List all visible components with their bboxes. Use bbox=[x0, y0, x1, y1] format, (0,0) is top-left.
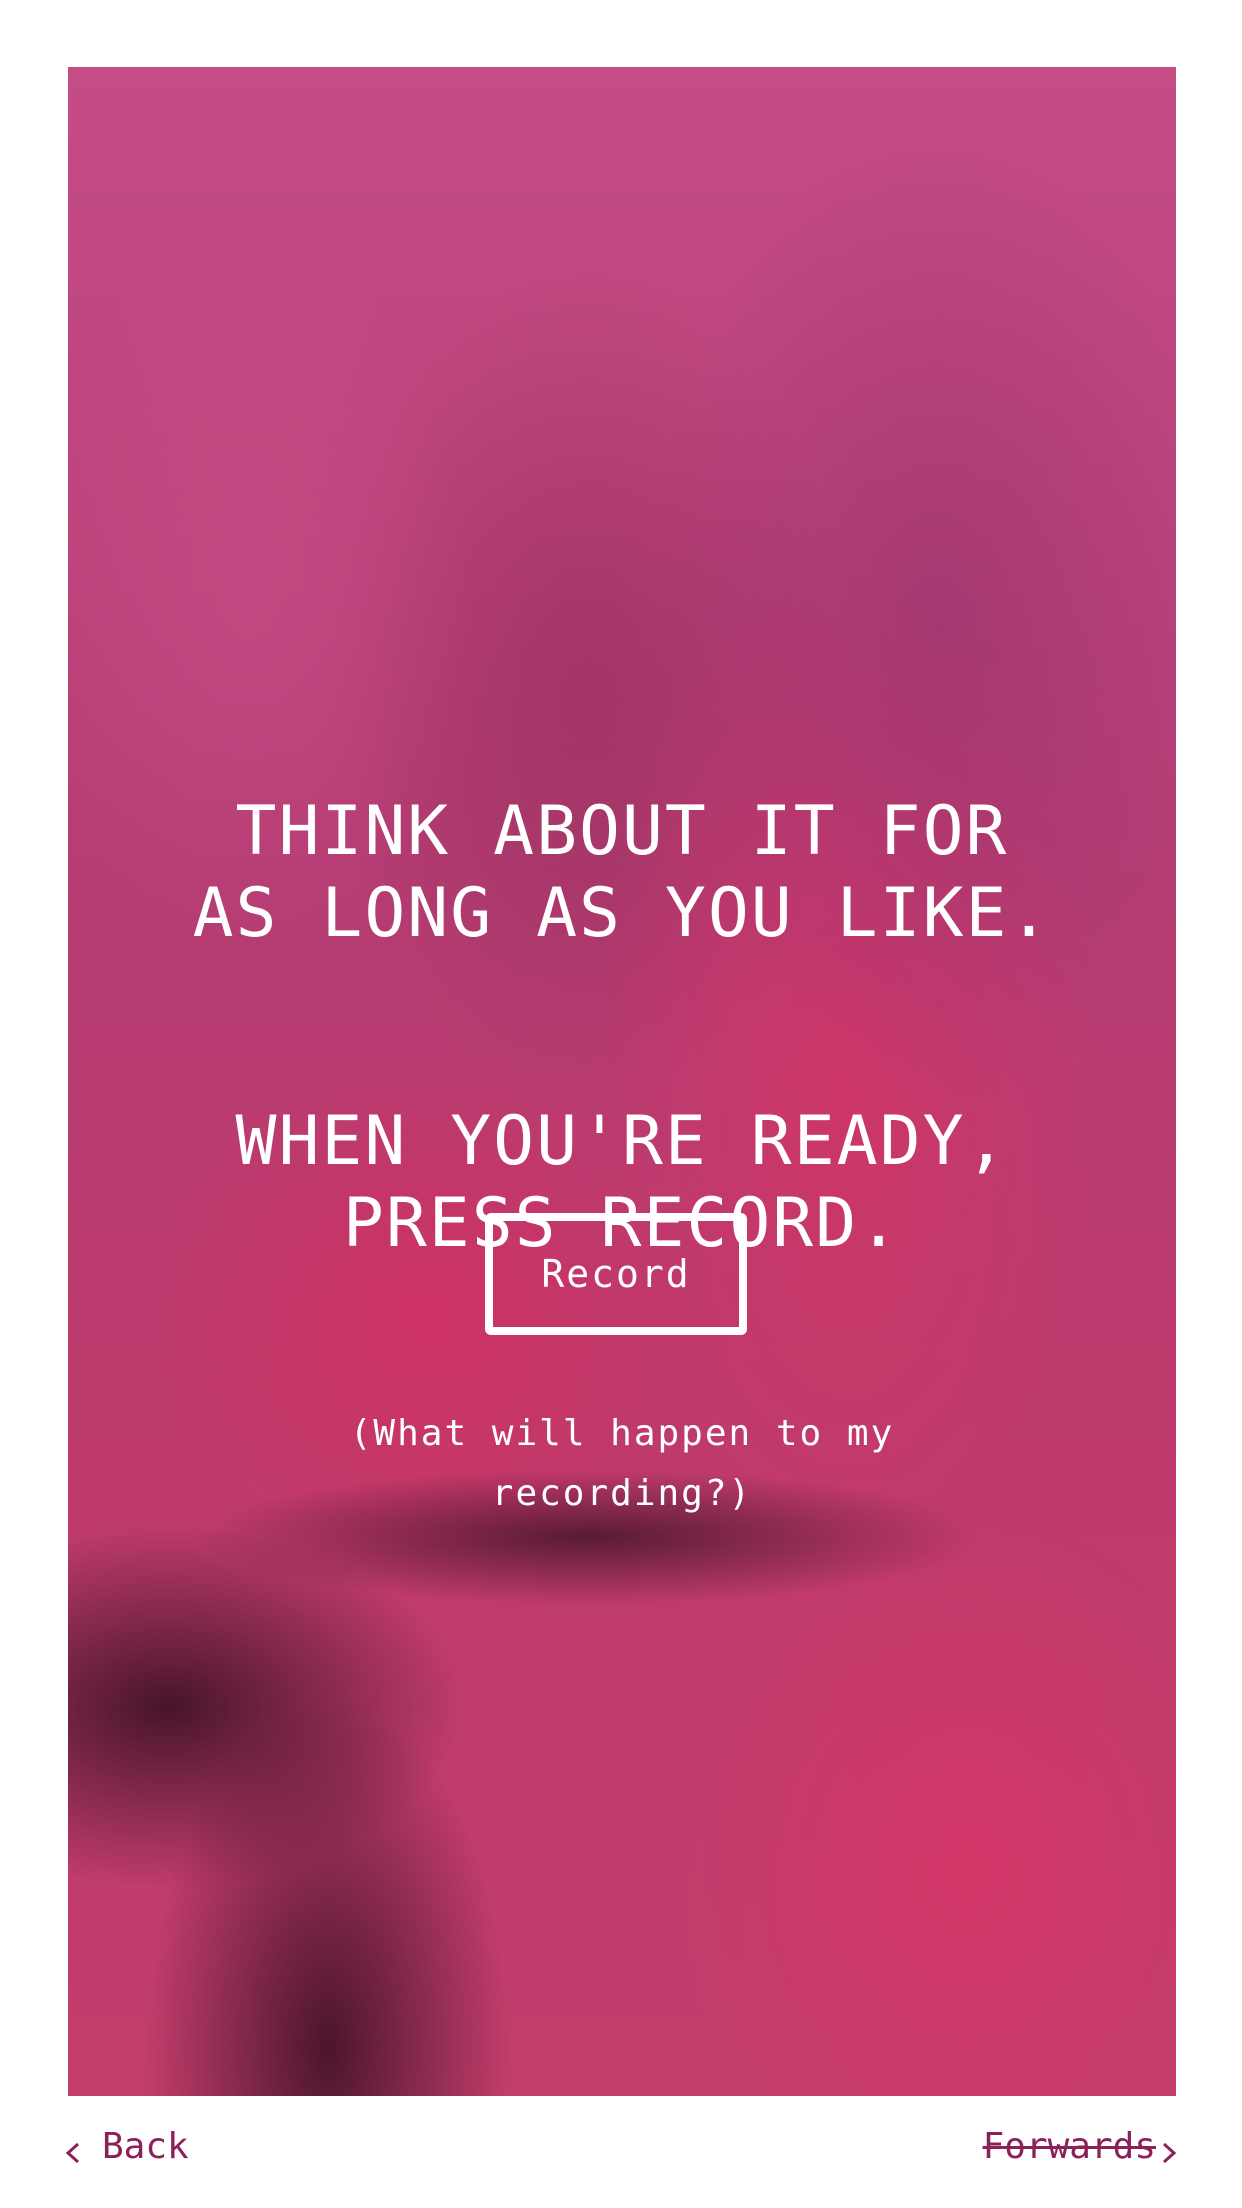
page: THINK ABOUT IT FOR AS LONG AS YOU LIKE. … bbox=[0, 0, 1242, 2208]
chevron-right-icon bbox=[1160, 2132, 1180, 2164]
recording-info-link[interactable]: (What will happen to my recording?) bbox=[268, 1404, 976, 1524]
back-label: Back bbox=[102, 2126, 189, 2167]
forwards-button[interactable]: Forwards bbox=[983, 2122, 1180, 2172]
back-button[interactable]: Back bbox=[62, 2122, 189, 2172]
headline-line-1: THINK ABOUT IT FOR AS LONG AS YOU LIKE. bbox=[192, 792, 1052, 953]
record-button[interactable]: Record bbox=[485, 1213, 747, 1335]
chevron-left-icon bbox=[62, 2132, 82, 2164]
background-image-card: THINK ABOUT IT FOR AS LONG AS YOU LIKE. … bbox=[68, 67, 1176, 2096]
card-content: THINK ABOUT IT FOR AS LONG AS YOU LIKE. … bbox=[68, 67, 1176, 2096]
forwards-label: Forwards bbox=[982, 2126, 1156, 2167]
